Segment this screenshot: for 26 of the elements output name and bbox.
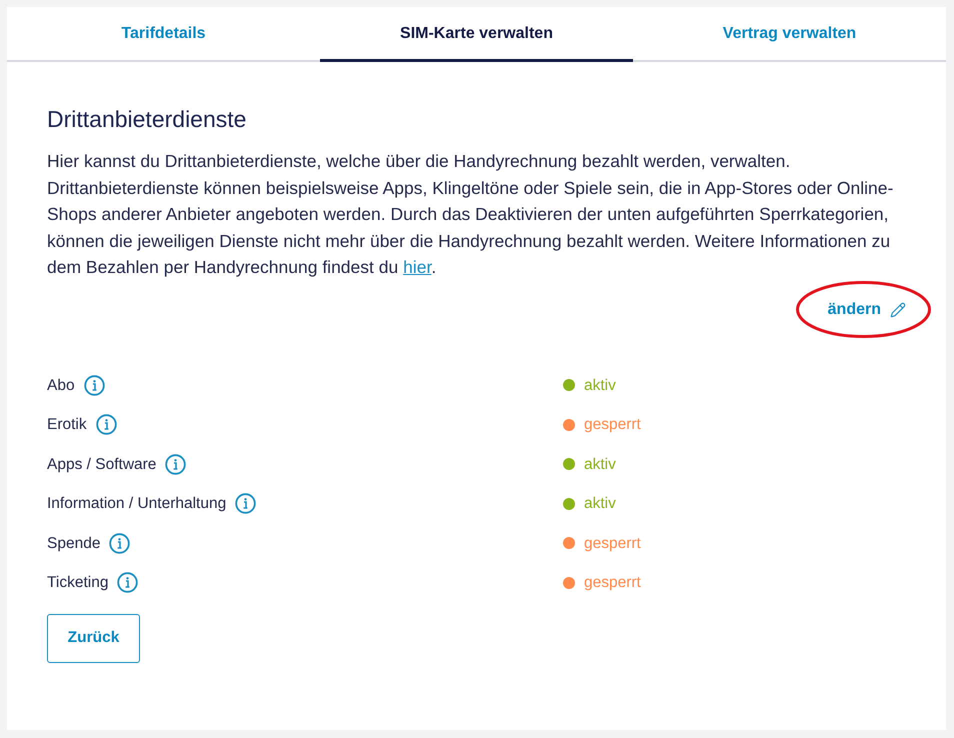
- status-label: aktiv: [584, 454, 616, 474]
- section-title: Drittanbieterdienste: [47, 105, 246, 133]
- status-label: gesperrt: [584, 573, 641, 593]
- category-label: Abo: [47, 376, 75, 396]
- category-label: Ticketing: [47, 573, 108, 593]
- back-button[interactable]: Zurück: [47, 614, 140, 662]
- info-icon[interactable]: [84, 374, 105, 396]
- status-label: gesperrt: [584, 534, 641, 554]
- category-label: Information / Unterhaltung: [47, 494, 226, 514]
- info-icon[interactable]: [109, 532, 130, 554]
- description-paragraph: Hier kannst du Drittanbieterdienste, welche über die Handyrechnung bezahlt werden, verwalten. Drittanbieterdienste können beispielsweise Apps, Klingeltöne oder Spiele sein, die in App-Stores oder Online-Shops anderer Anbieter angeboten werden. Durch das Deaktivieren der unten aufgeführten Sperrkategorien, können die jeweiligen Dienste nicht mehr über die Handyrechnung bezahlt werden. Weitere Informationen zu dem Bezahlen per Handyrechnung findest du hier.: [47, 150, 894, 279]
- tab[interactable]: Tarifdetails: [7, 7, 320, 62]
- info-link[interactable]: hier: [403, 257, 432, 277]
- status-label: aktiv: [584, 494, 616, 514]
- info-icon[interactable]: [235, 493, 256, 514]
- info-icon[interactable]: [117, 572, 138, 594]
- info-icon[interactable]: [96, 414, 117, 436]
- category-label: Erotik: [47, 415, 87, 435]
- info-icon[interactable]: [165, 454, 186, 475]
- status-label: gesperrt: [584, 415, 641, 435]
- tab[interactable]: SIM-Karte verwalten: [320, 7, 633, 62]
- status-label: aktiv: [584, 376, 616, 396]
- tab[interactable]: Vertrag verwalten: [633, 7, 946, 62]
- category-label: Spende: [47, 534, 100, 554]
- category-label: Apps / Software: [47, 454, 156, 474]
- pencil-icon: [890, 302, 906, 318]
